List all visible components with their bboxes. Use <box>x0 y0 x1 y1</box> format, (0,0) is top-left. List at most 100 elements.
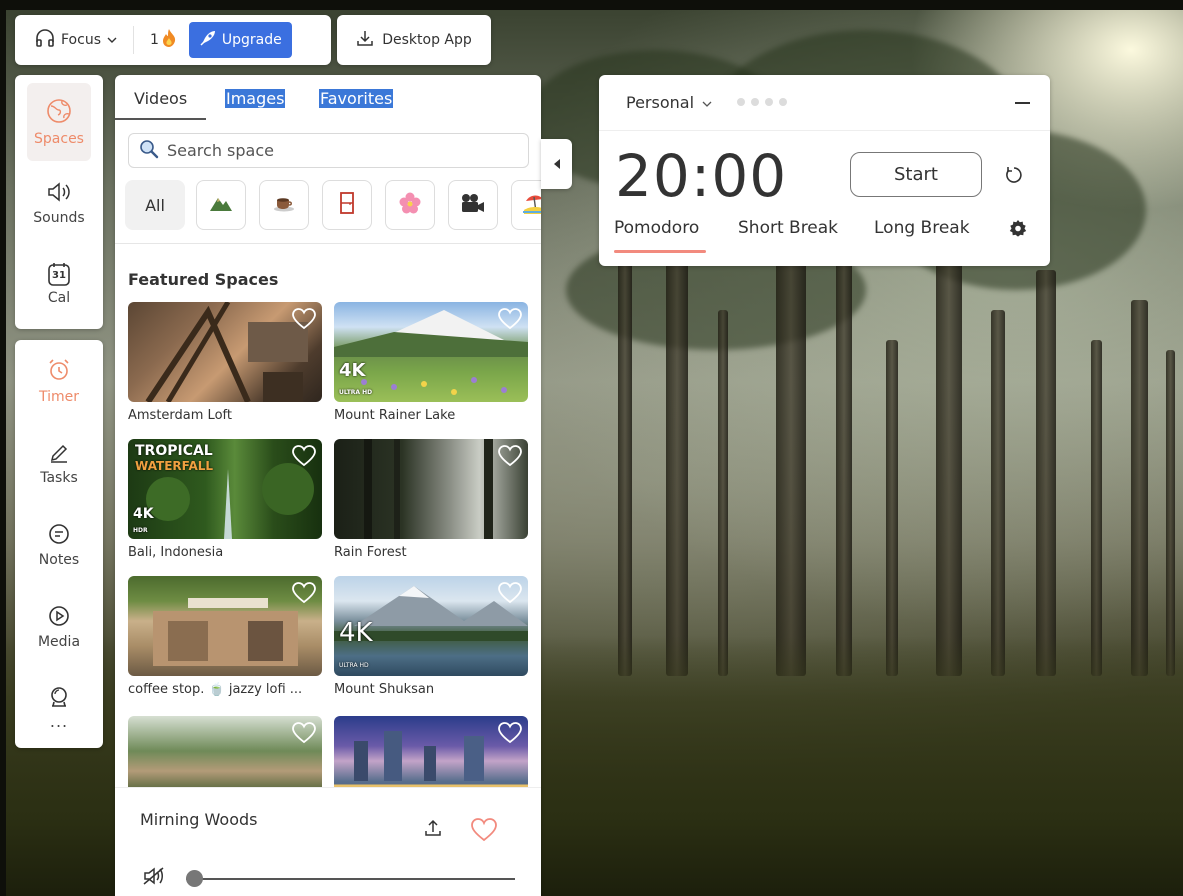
share-icon[interactable] <box>423 818 443 842</box>
badge-text: 4K <box>133 506 154 522</box>
download-icon <box>356 29 374 51</box>
space-card[interactable]: TROPICAL WATERFALL 4K HDR Bali, Indonesia <box>128 439 322 560</box>
tab-videos[interactable]: Videos <box>134 89 187 108</box>
chip-all[interactable]: All <box>125 180 185 230</box>
now-playing-bar: Mirning Woods <box>115 787 541 896</box>
volume-slider-track[interactable] <box>186 878 515 880</box>
now-playing-title: Mirning Woods <box>140 810 258 829</box>
pencil-icon <box>48 441 70 467</box>
start-button[interactable]: Start <box>850 152 982 197</box>
chip-cafe[interactable] <box>259 180 309 230</box>
badge-sub-text: ULTRA HD <box>339 389 373 396</box>
quality-badge: 4K ULTRA HD <box>339 620 373 672</box>
heart-icon[interactable] <box>292 722 316 748</box>
sidebar-item-label: Tasks <box>40 470 78 486</box>
beach-icon <box>523 192 541 219</box>
sidebar-item-label: Notes <box>38 552 80 568</box>
tab-images[interactable]: Images <box>225 89 286 108</box>
collapse-panel-button[interactable] <box>541 139 572 189</box>
sidebar-item-label: Spaces <box>34 130 84 147</box>
alarm-clock-icon <box>47 358 71 386</box>
space-card[interactable]: Amsterdam Loft <box>128 302 322 423</box>
gear-icon[interactable] <box>1008 219 1028 243</box>
heart-icon[interactable] <box>498 308 522 334</box>
session-dot <box>765 98 773 106</box>
chip-nature[interactable] <box>196 180 246 230</box>
favorite-heart-icon[interactable] <box>471 818 497 846</box>
badge-text: 4K <box>339 618 373 648</box>
space-name: Mount Rainer Lake <box>334 408 456 423</box>
overlay-text: TROPICAL <box>135 443 213 459</box>
space-card[interactable]: 4K ULTRA HD Mount Rainer Lake <box>334 302 528 423</box>
space-thumbnail <box>128 302 322 402</box>
focus-dropdown[interactable]: Focus <box>35 29 117 51</box>
session-dot <box>737 98 745 106</box>
badge-sub-text: HDR <box>133 527 148 534</box>
sidebar-item-label: Sounds <box>33 210 85 226</box>
heart-icon[interactable] <box>498 722 522 748</box>
space-name: Rain Forest <box>334 545 407 560</box>
heart-icon[interactable] <box>292 582 316 608</box>
camera-icon <box>460 193 486 218</box>
tab-favorites[interactable]: Favorites <box>319 89 394 108</box>
mute-icon[interactable] <box>143 866 167 890</box>
session-dot <box>779 98 787 106</box>
chip-rooms[interactable] <box>322 180 372 230</box>
sidebar-item-spaces[interactable]: Spaces <box>27 83 91 161</box>
desktop-app-label: Desktop App <box>382 32 472 48</box>
space-thumbnail <box>128 576 322 676</box>
volume-slider-handle[interactable] <box>186 870 203 887</box>
space-card[interactable]: 4K ULTRA HD Mount Shuksan <box>334 576 528 697</box>
sidebar-item-label: Media <box>37 634 81 650</box>
quality-badge: 4K ULTRA HD <box>339 362 372 398</box>
sidebar-item-label: Cal <box>47 290 71 306</box>
timer-widget: Personal 20:00 Start Pomodoro Short Brea… <box>599 75 1050 266</box>
chevron-down-icon <box>702 93 712 112</box>
heart-icon[interactable] <box>292 445 316 471</box>
tab-short-break[interactable]: Short Break <box>738 218 838 238</box>
sidebar-item-more[interactable]: ... <box>15 686 103 731</box>
tab-pomodoro[interactable]: Pomodoro <box>614 218 699 238</box>
mountain-icon <box>209 193 233 218</box>
active-mode-underline <box>614 250 706 253</box>
sidebar-item-cal[interactable]: 31 Cal <box>15 261 103 306</box>
headphones-icon <box>35 29 55 51</box>
panel-tabs: Videos Images Favorites <box>115 75 541 120</box>
profile-dropdown[interactable]: Personal <box>626 93 712 112</box>
streak-counter[interactable]: 1 <box>150 28 177 52</box>
space-card[interactable]: Rain Forest <box>334 439 528 560</box>
chip-beach[interactable] <box>511 180 541 230</box>
caret-left-icon <box>552 155 562 174</box>
space-name: Bali, Indonesia <box>128 545 224 560</box>
tab-active-underline <box>115 118 206 120</box>
sidebar-item-timer[interactable]: Timer <box>15 358 103 405</box>
session-dot <box>751 98 759 106</box>
space-card[interactable]: coffee stop. 🍵 jazzy lofi ... <box>128 576 322 697</box>
tab-long-break[interactable]: Long Break <box>874 218 970 238</box>
sidebar-item-sounds[interactable]: Sounds <box>15 181 103 226</box>
globe-icon <box>46 98 72 128</box>
minimize-button[interactable] <box>1015 102 1030 104</box>
profile-label: Personal <box>626 93 695 112</box>
sidebar-item-notes[interactable]: Notes <box>15 523 103 568</box>
heart-icon[interactable] <box>498 445 522 471</box>
heart-icon[interactable] <box>292 308 316 334</box>
search-icon <box>139 139 159 163</box>
overlay-sub-text: WATERFALL <box>135 458 214 473</box>
upgrade-label: Upgrade <box>221 32 282 48</box>
sidebar-item-media[interactable]: Media <box>15 605 103 650</box>
upgrade-button[interactable]: Upgrade <box>188 22 292 58</box>
reset-icon[interactable] <box>1004 165 1024 189</box>
search-input[interactable] <box>167 141 507 160</box>
sidebar-item-tasks[interactable]: Tasks <box>15 441 103 486</box>
heart-icon[interactable] <box>498 582 522 608</box>
sidebar-top: Spaces Sounds 31 Cal <box>15 75 103 329</box>
flower-icon <box>398 191 422 220</box>
chip-flowers[interactable] <box>385 180 435 230</box>
desktop-app-button[interactable]: Desktop App <box>337 15 491 65</box>
chevron-down-icon <box>107 32 117 48</box>
top-bar: Focus 1 Upgrade <box>15 15 331 65</box>
space-thumbnail: 4K ULTRA HD <box>334 302 528 402</box>
chip-film[interactable] <box>448 180 498 230</box>
more-label: ... <box>49 712 69 731</box>
